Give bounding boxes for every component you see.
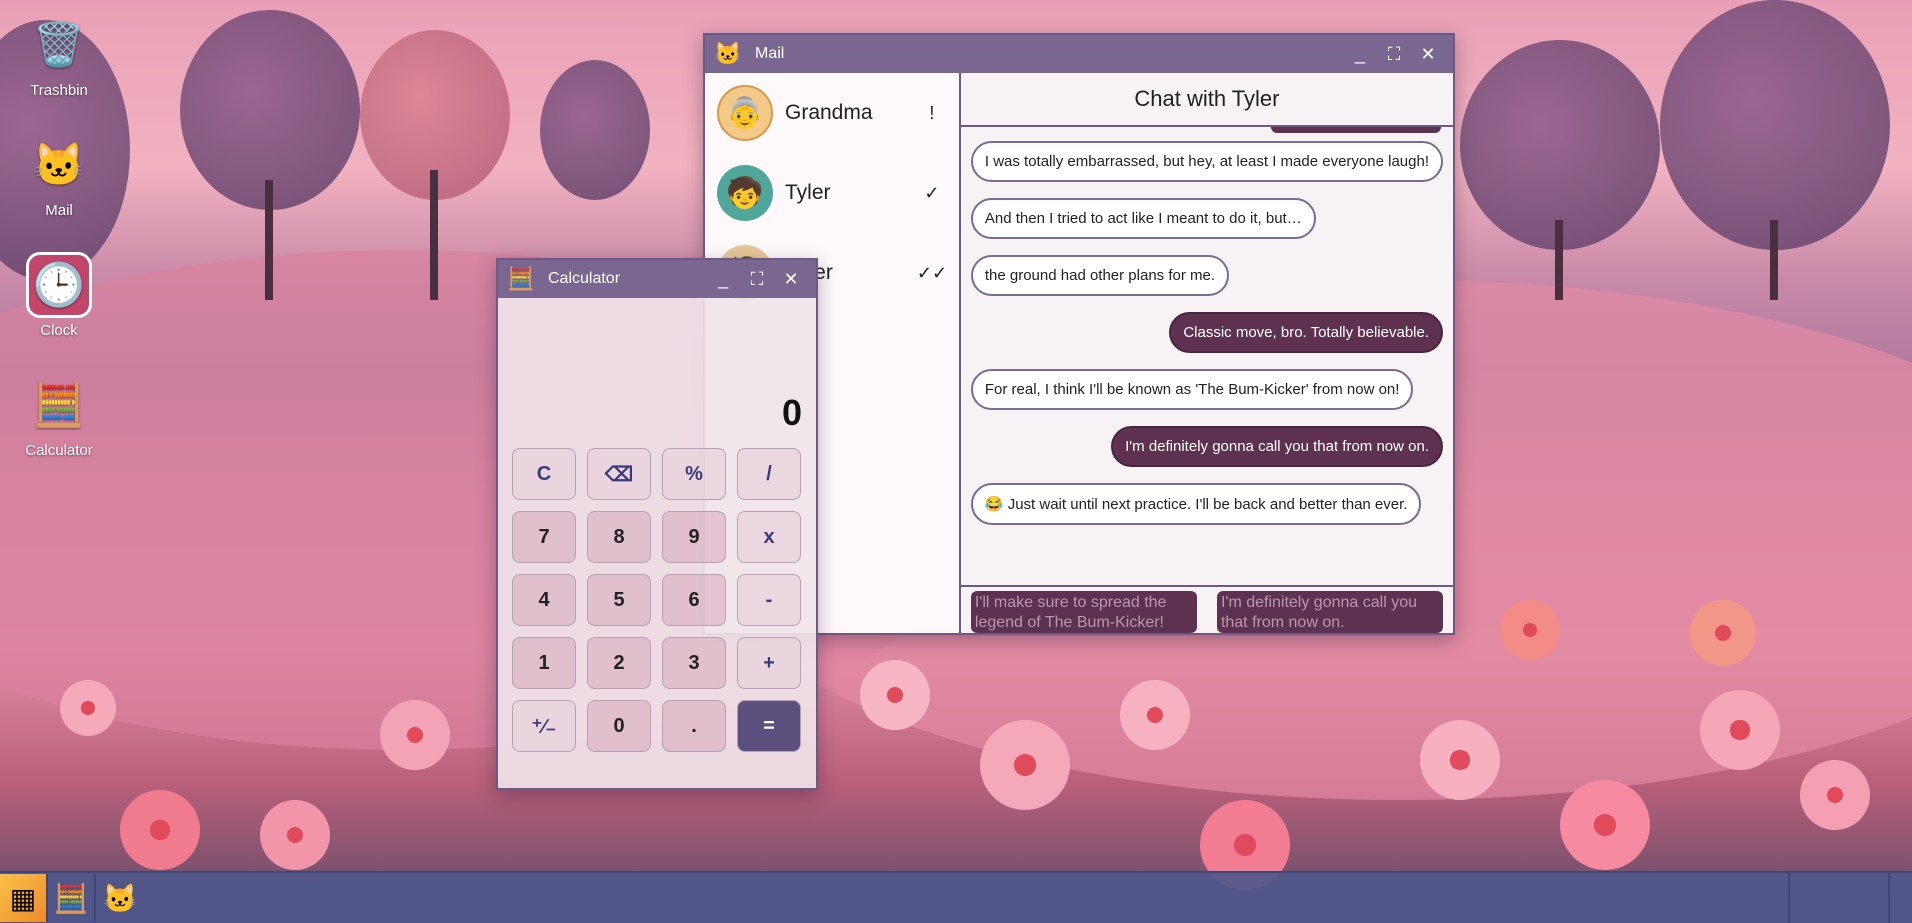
contact-name: Grandma xyxy=(785,101,873,124)
message-row: I'm definitely gonna call you that from … xyxy=(971,418,1443,475)
message-bubble-incoming: I was totally embarrassed, but hey, at l… xyxy=(970,141,1443,182)
message-row: the ground had other plans for me. xyxy=(970,247,1443,304)
minimize-button[interactable]: _ xyxy=(1343,44,1377,65)
reply-option-button[interactable]: I'm definitely gonna call you that from … xyxy=(1216,591,1444,633)
reply-options: I'll make sure to spread the legend of T… xyxy=(960,585,1453,633)
chat-title: Chat with Tyler xyxy=(960,73,1453,127)
desktop-icon-clock[interactable]: 🕒 Clock xyxy=(18,252,100,339)
message-row: 😂 Just wait until next practice. I'll be… xyxy=(970,475,1443,533)
backspace-button[interactable]: ⌫ xyxy=(587,448,651,500)
message-bubble-incoming: 😂 Just wait until next practice. I'll be… xyxy=(970,483,1422,525)
taskbar-calculator[interactable]: 🧮 xyxy=(48,874,96,922)
message-row: And then I tried to act like I meant to … xyxy=(970,190,1443,247)
add-button[interactable]: + xyxy=(737,637,801,689)
windows-logo-icon: ▦ xyxy=(9,882,37,914)
decimal-button[interactable]: . xyxy=(662,700,726,752)
contact-name: Tyler xyxy=(785,181,831,204)
subtract-button[interactable]: - xyxy=(737,574,801,626)
calculator-titlebar[interactable]: 🧮 Calculator _ ⛶ ✕ xyxy=(498,260,816,298)
digit-5-button[interactable]: 5 xyxy=(587,574,651,626)
cat-mail-icon: 🐱 xyxy=(32,140,86,188)
digit-6-button[interactable]: 6 xyxy=(662,574,726,626)
window-title: Calculator xyxy=(548,270,621,287)
desktop-icon-calculator[interactable]: 🧮 Calculator xyxy=(18,372,100,460)
message-bubble-incoming: the ground had other plans for me. xyxy=(970,255,1230,296)
calculator-icon: 🧮 xyxy=(32,380,86,428)
contact-tyler[interactable]: 🧒 Tyler ✓ xyxy=(705,153,959,233)
desktop-icon-label: Trashbin xyxy=(30,82,88,99)
divide-button[interactable]: / xyxy=(737,448,801,500)
desktop-icon-trashbin[interactable]: 🗑️ Trashbin xyxy=(18,12,100,100)
clear-button[interactable]: C xyxy=(512,448,576,500)
taskbar-mail[interactable]: 🐱 xyxy=(96,874,144,922)
message-bubble-outgoing: Classic move, bro. Totally believable. xyxy=(1169,312,1443,353)
close-button[interactable]: ✕ xyxy=(774,269,808,290)
digit-1-button[interactable]: 1 xyxy=(512,637,576,689)
double-checkmark-icon: ✓✓ xyxy=(916,262,948,283)
calculator-icon: 🧮 xyxy=(53,882,89,914)
cat-mail-icon: 🐱 xyxy=(102,882,138,914)
message-bubble-incoming: And then I tried to act like I meant to … xyxy=(970,198,1316,239)
desktop-icon-label: Mail xyxy=(45,202,73,219)
cat-mail-icon: 🐱 xyxy=(714,41,742,66)
calculator-icon: 🧮 xyxy=(507,266,535,291)
close-button[interactable]: ✕ xyxy=(1411,44,1445,65)
unread-alert-icon: ! xyxy=(929,102,935,123)
digit-9-button[interactable]: 9 xyxy=(662,511,726,563)
desktop-icon-label: Clock xyxy=(40,322,78,339)
message-bubble-outgoing: I'm definitely gonna call you that from … xyxy=(1111,426,1443,467)
message-row: For real, I think I'll be known as 'The … xyxy=(970,361,1443,418)
window-title: Mail xyxy=(755,45,785,62)
contact-grandma[interactable]: 👵 Grandma ! xyxy=(705,73,959,153)
calculator-keypad: C ⌫ % / 7 8 9 x 4 5 6 - 1 2 3 + ⁺∕₋ 0 . … xyxy=(498,448,816,752)
message-row: Classic move, bro. Totally believable. xyxy=(971,304,1443,361)
trash-bin-icon: 🗑️ xyxy=(32,20,86,68)
show-desktop-button[interactable] xyxy=(1888,873,1912,923)
maximize-button[interactable]: ⛶ xyxy=(740,269,774,290)
digit-0-button[interactable]: 0 xyxy=(587,700,651,752)
digit-8-button[interactable]: 8 xyxy=(587,511,651,563)
taskbar: ▦ 🧮 🐱 xyxy=(0,871,1912,923)
negate-button[interactable]: ⁺∕₋ xyxy=(512,700,576,752)
percent-button[interactable]: % xyxy=(662,448,726,500)
digit-3-button[interactable]: 3 xyxy=(662,637,726,689)
digit-7-button[interactable]: 7 xyxy=(512,511,576,563)
clock-icon: 🕒 xyxy=(26,252,92,318)
mail-titlebar[interactable]: 🐱 Mail _ ⛶ ✕ xyxy=(705,35,1453,73)
multiply-button[interactable]: x xyxy=(737,511,801,563)
digit-2-button[interactable]: 2 xyxy=(587,637,651,689)
message-bubble-incoming: For real, I think I'll be known as 'The … xyxy=(970,369,1414,410)
start-button[interactable]: ▦ xyxy=(0,874,48,922)
calculator-display: 0 xyxy=(781,392,802,433)
desktop-icon-label: Calculator xyxy=(25,442,93,459)
system-tray[interactable] xyxy=(1788,873,1888,923)
grandma-avatar: 👵 xyxy=(717,85,773,141)
minimize-button[interactable]: _ xyxy=(706,269,740,290)
chat-panel: Chat with Tyler I was totally embarrasse… xyxy=(960,73,1453,633)
message-list[interactable]: I was totally embarrassed, but hey, at l… xyxy=(961,127,1453,585)
desktop-icon-mail[interactable]: 🐱 Mail xyxy=(18,132,100,220)
reply-option-button[interactable]: I'll make sure to spread the legend of T… xyxy=(970,591,1197,633)
digit-4-button[interactable]: 4 xyxy=(512,574,576,626)
checkmark-icon: ✓ xyxy=(924,182,940,203)
tyler-avatar: 🧒 xyxy=(717,165,773,221)
maximize-button[interactable]: ⛶ xyxy=(1377,44,1411,65)
calculator-window: 🧮 Calculator _ ⛶ ✕ 0 C ⌫ % / 7 8 9 x 4 5… xyxy=(496,258,818,790)
message-row: I was totally embarrassed, but hey, at l… xyxy=(970,133,1443,190)
equals-button[interactable]: = xyxy=(737,700,801,752)
